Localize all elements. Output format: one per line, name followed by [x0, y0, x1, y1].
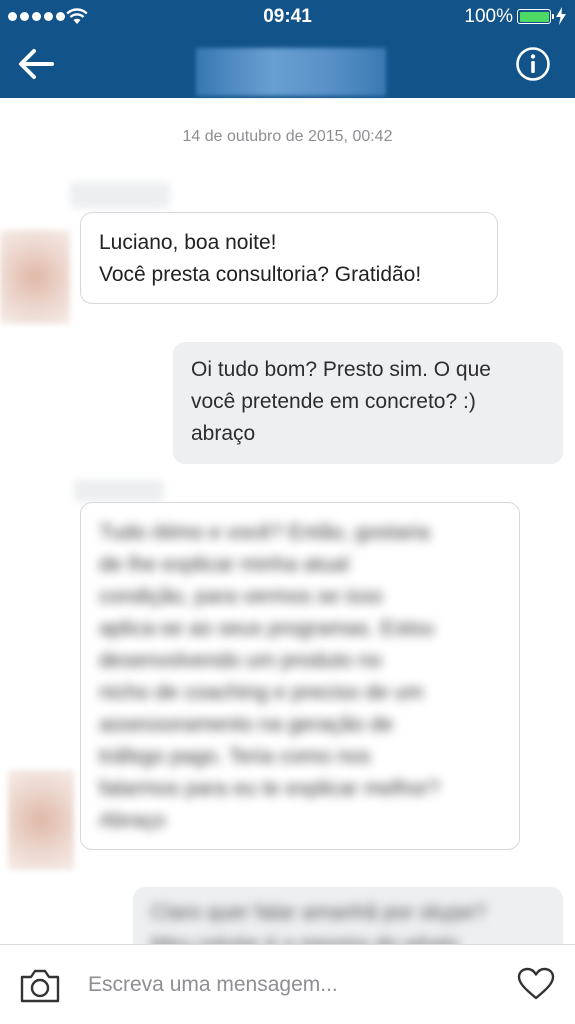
message-text: abraço [191, 422, 256, 445]
message-bubble-incoming[interactable]: Luciano, boa noite! Você presta consulto… [80, 212, 498, 304]
message-text: você pretende em concreto? :) [191, 390, 476, 413]
message-text: Luciano, boa noite! [99, 231, 277, 254]
avatar[interactable] [0, 230, 70, 324]
back-button[interactable] [16, 46, 56, 82]
message-list[interactable]: 14 de outubro de 2015, 00:42 Luciano, bo… [0, 98, 575, 944]
sender-name-redacted [74, 480, 164, 502]
message-bubble-outgoing[interactable]: Oi tudo bom? Presto sim. O que você pret… [173, 342, 563, 464]
date-separator: 14 de outubro de 2015, 00:42 [182, 128, 393, 145]
avatar[interactable] [8, 770, 74, 870]
nav-bar [0, 32, 575, 98]
info-button[interactable] [515, 46, 551, 82]
header: 09:41 100% [0, 0, 575, 98]
message-text-redacted: Tudo ótimo e você? Então, gostaria de lh… [99, 521, 440, 832]
sender-name-redacted [70, 182, 170, 208]
battery-icon [517, 9, 554, 24]
message-text: Oi tudo bom? Presto sim. O que [191, 358, 491, 381]
message-input[interactable] [88, 969, 488, 1001]
message-bubble-outgoing[interactable]: Claro quer falar amanhã por skype? Meu c… [133, 887, 563, 944]
message-bubble-incoming[interactable]: Tudo ótimo e você? Então, gostaria de lh… [80, 502, 520, 850]
message-composer [0, 944, 575, 1024]
message-text: Você presta consultoria? Gratidão! [99, 263, 422, 286]
message-text-redacted: Claro quer falar amanhã por skype? Meu c… [151, 901, 487, 944]
contact-name-redacted[interactable] [196, 48, 386, 96]
status-bar: 09:41 100% [0, 0, 575, 32]
camera-icon[interactable] [18, 967, 62, 1005]
charging-icon [556, 7, 566, 25]
heart-icon[interactable] [517, 967, 555, 1001]
battery-percent: 100% [464, 6, 513, 27]
